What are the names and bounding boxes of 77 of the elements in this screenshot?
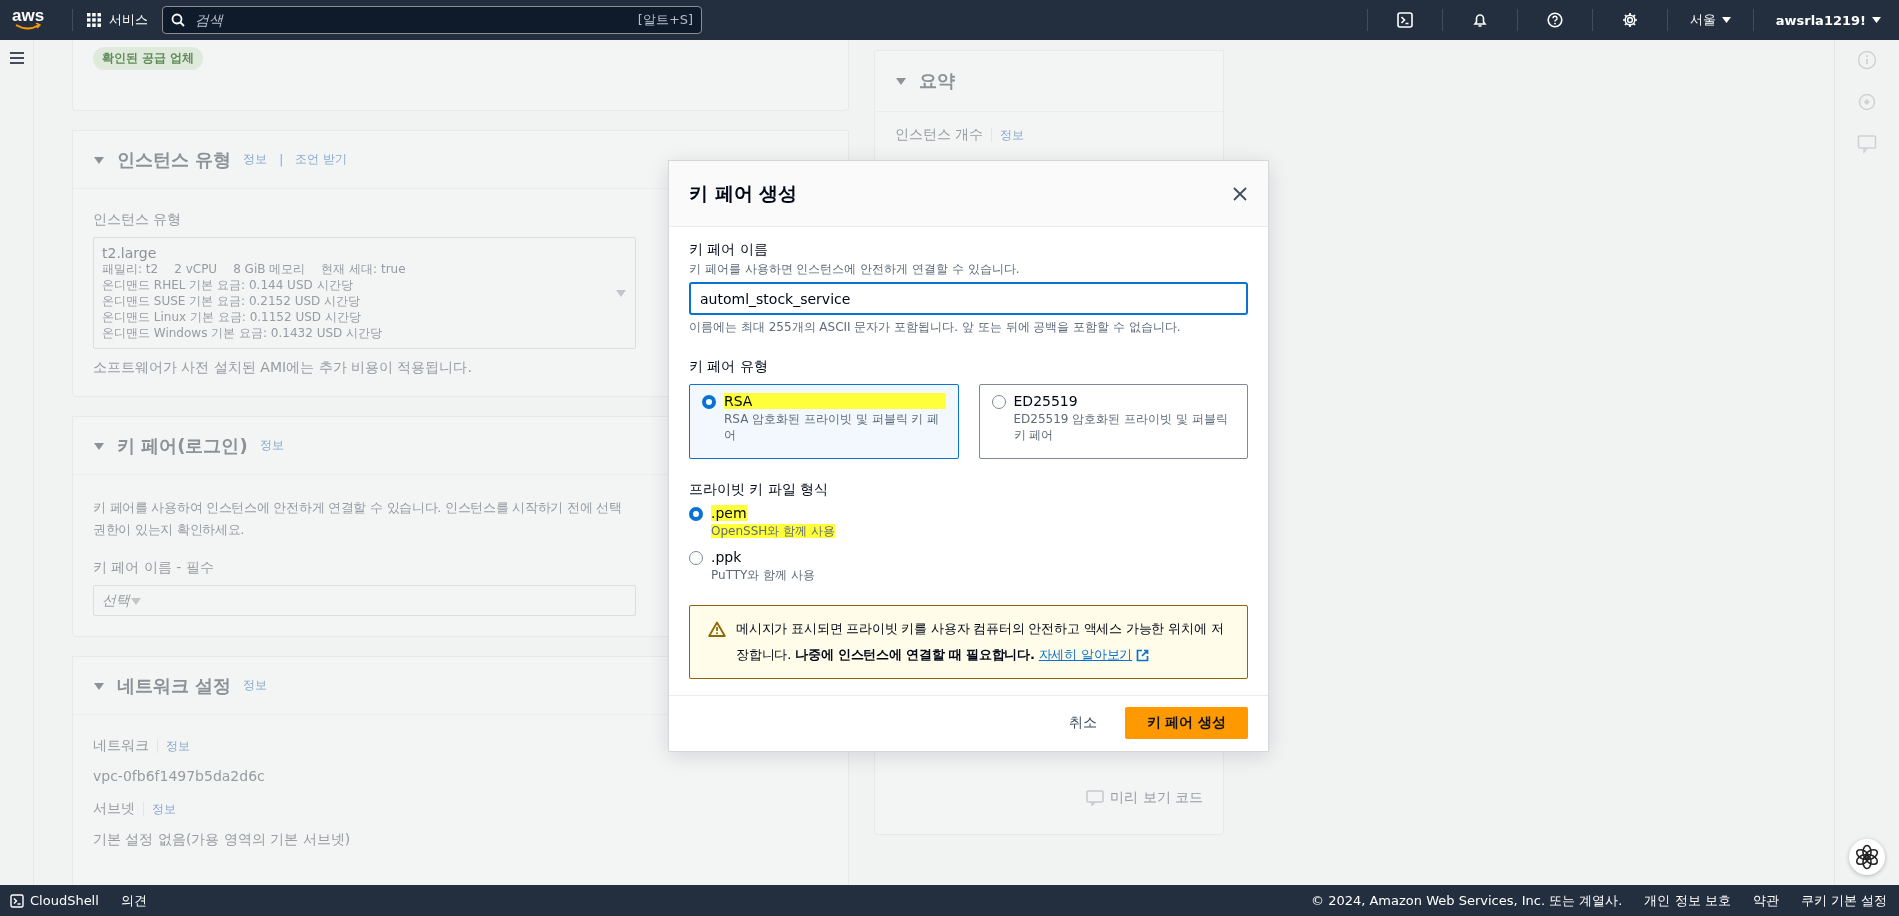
caret-icon[interactable] xyxy=(895,75,907,87)
vendor-badge: 확인된 공급 업체 xyxy=(93,47,204,70)
feedback-link[interactable]: 의견 xyxy=(120,891,147,910)
bell-icon[interactable] xyxy=(1471,12,1488,28)
caret-icon xyxy=(1872,17,1881,23)
description-text: 키 페어를 사용하여 인스턴스에 안전하게 연결할 수 있습니다. 인스턴스를 시작하기 전에 선택 권한이 있는지 확인하세요. xyxy=(93,499,622,539)
section-title: 인스턴스 유형 xyxy=(117,147,232,172)
account-menu[interactable]: awsrla1219! xyxy=(1775,12,1881,28)
option-title: .pem xyxy=(711,505,747,521)
knot-icon xyxy=(1854,844,1880,870)
name-input[interactable]: automl_stock_service xyxy=(689,282,1248,315)
section-title: 네트워크 설정 xyxy=(117,673,232,698)
search-bar[interactable]: 검색 [알트+S] xyxy=(162,6,703,34)
price-text: 온디맨드 SUSE 기본 요금: 0.2152 USD 시간당 xyxy=(102,293,362,309)
field-label: 인스턴스 유형 xyxy=(93,211,182,229)
warning-icon xyxy=(708,621,726,637)
field-description: 키 페어를 사용하면 인스턴스에 안전하게 연결할 수 있습니다. xyxy=(689,261,1021,278)
footer-link[interactable]: 쿠키 기본 설정 xyxy=(1800,891,1887,910)
settings-icon[interactable] xyxy=(1621,12,1638,28)
caret-icon xyxy=(1721,17,1731,23)
option-description: PuTTY와 함께 사용 xyxy=(711,568,816,582)
field-label: 키 페어 이름 - 필수 xyxy=(93,559,214,577)
warning-message: 메시지가 표시되면 프라이빗 키를 사용자 컴퓨터의 안전하고 액세스 가능한 위치에 저장합니다. 나중에 인스턴스에 연결할 때 필요합니다. 자세히 알아보기 xyxy=(736,616,1229,668)
option-description: RSA 암호화된 프라이빗 및 퍼블릭 키 페어 xyxy=(724,411,941,443)
spec-text: 2 vCPU xyxy=(174,261,218,277)
radio-button[interactable] xyxy=(689,551,703,565)
radio-button[interactable] xyxy=(991,395,1006,409)
terminal-icon[interactable] xyxy=(1396,12,1413,28)
close-icon[interactable] xyxy=(1232,185,1248,202)
instance-name: t2.large xyxy=(102,245,158,261)
price-text: 온디맨드 RHEL 기본 요금: 0.144 USD 시간당 xyxy=(102,277,354,293)
separator-text: | xyxy=(279,152,284,167)
option-title: ED25519 xyxy=(1013,393,1079,409)
option-title: .ppk xyxy=(711,549,742,565)
key-type-option[interactable]: ED25519 ED25519 암호화된 프라이빗 및 퍼블릭 키 페어 xyxy=(978,384,1248,459)
spec-text: 현재 세대: true xyxy=(321,261,406,277)
copyright-text: © 2024, Amazon Web Services, Inc. 또는 계열사. xyxy=(1311,891,1623,910)
section-title: 키 페어(로그인) xyxy=(117,433,248,458)
search-input[interactable]: 검색 xyxy=(193,11,630,29)
create-key-pair-button[interactable]: 키 페어 생성 xyxy=(1125,707,1248,739)
search-icon xyxy=(171,13,186,27)
field-label: 네트워크 xyxy=(93,737,149,755)
region-menu[interactable]: 서울 xyxy=(1689,11,1731,29)
radio-button[interactable] xyxy=(689,507,703,521)
help-icon[interactable] xyxy=(1546,12,1563,28)
footer-link[interactable]: 약관 xyxy=(1752,891,1779,910)
cancel-button[interactable]: 취소 xyxy=(1063,713,1103,733)
option-description: OpenSSH와 함께 사용 xyxy=(711,524,835,538)
option-title: RSA xyxy=(724,393,946,409)
field-label: 서브넷 xyxy=(93,800,135,818)
services-menu[interactable]: 서비스 xyxy=(87,11,149,29)
assistant-button[interactable] xyxy=(1849,839,1885,875)
price-text: 온디맨드 Linux 기본 요금: 0.1152 USD 시간당 xyxy=(102,309,362,325)
note-text: 소프트웨어가 사전 설치된 AMI에는 추가 비용이 적용됩니다. xyxy=(93,359,472,377)
shortcut-hint: [알트+S] xyxy=(637,11,694,29)
field-label: 프라이빗 키 파일 형식 xyxy=(689,481,830,499)
field-label: 인스턴스 개수 xyxy=(895,126,984,144)
external-link-icon xyxy=(1136,648,1150,662)
footer-link[interactable]: 개인 정보 보호 xyxy=(1644,891,1731,910)
menu-icon[interactable] xyxy=(8,51,25,65)
spec-text: 패밀리: t2 xyxy=(102,261,159,277)
dialog-title: 키 페어 생성 xyxy=(689,180,798,206)
field-label: 키 페어 이름 xyxy=(689,241,769,259)
cloudshell-link[interactable]: CloudShell xyxy=(10,893,99,908)
radio-button[interactable] xyxy=(702,395,716,409)
caret-icon[interactable] xyxy=(615,287,627,299)
terminal-icon xyxy=(10,893,24,908)
aws-logo[interactable]: aws xyxy=(12,9,45,31)
constraint-text: 이름에는 최대 255개의 ASCII 문자가 포함됩니다. 앞 또는 뒤에 공백을 포함할 수 없습니다. xyxy=(689,319,1182,336)
option-description: ED25519 암호화된 프라이빗 및 퍼블릭 키 페어 xyxy=(1013,411,1229,443)
section-title: 요약 xyxy=(919,69,955,93)
learn-more-link[interactable]: 자세히 알아보기 xyxy=(1038,642,1150,668)
grid-icon xyxy=(87,13,102,27)
spec-text: 8 GiB 메모리 xyxy=(233,261,306,277)
field-label: 키 페어 유형 xyxy=(689,358,769,376)
price-text: 온디맨드 Windows 기본 요금: 0.1432 USD 시간당 xyxy=(102,325,384,341)
key-type-option[interactable]: RSA RSA 암호화된 프라이빗 및 퍼블릭 키 페어 xyxy=(689,384,959,459)
